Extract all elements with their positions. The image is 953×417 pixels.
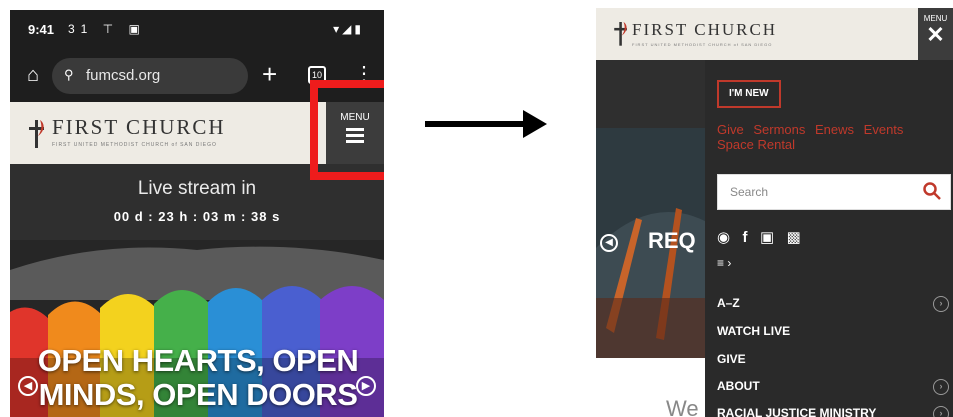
im-new-button[interactable]: I'M NEW	[717, 80, 781, 108]
hero-slide: OPEN HEARTS, OPEN MINDS, OPEN DOORS ◀ ▶	[10, 240, 384, 417]
site-settings-icon[interactable]: ⚲	[64, 67, 74, 83]
livestream-countdown: 00 d : 23 h : 03 m : 38 s	[113, 209, 281, 224]
site-title[interactable]: FIRST CHURCH	[52, 115, 226, 140]
youtube-icon[interactable]: ▣	[760, 228, 774, 246]
submenu-toggle-icon[interactable]: ≡ ›	[717, 256, 731, 270]
instagram-icon[interactable]: ▩	[787, 228, 801, 246]
facebook-icon[interactable]: f	[743, 229, 748, 246]
instagram-circle-icon[interactable]: ◉	[717, 228, 730, 246]
site-subtitle: FIRST UNITED METHODIST CHURCH of SAN DIE…	[52, 142, 217, 148]
site-header: FIRST CHURCH FIRST UNITED METHODIST CHUR…	[596, 8, 918, 60]
status-system-icons: ▾◢▮	[333, 22, 364, 36]
nav-item-label: GIVE	[717, 352, 746, 366]
social-links: ◉ f ▣ ▩	[717, 228, 809, 250]
hero-heading: OPEN HEARTS, OPEN MINDS, OPEN DOORS	[20, 344, 376, 412]
carousel-next-icon[interactable]: ▶	[356, 376, 376, 396]
hero-heading-line-2: MINDS, OPEN DOORS	[38, 377, 358, 412]
quicklink-events[interactable]: Events	[864, 122, 904, 137]
phone-before: 9:41 31 ⊤ ▣ ▾◢▮ ⌂ ⚲ fumcsd.org + 10 ⋮ FI…	[10, 10, 384, 417]
nav-item-watch-live[interactable]: WATCH LIVE	[717, 324, 949, 344]
nav-item-label: ABOUT	[717, 379, 760, 393]
hero-heading: REQ	[648, 228, 696, 253]
close-menu-button[interactable]: MENU ✕	[918, 8, 953, 60]
quicklink-sermons[interactable]: Sermons	[753, 122, 805, 137]
nav-item-about[interactable]: ABOUT ›	[717, 379, 949, 399]
new-tab-icon[interactable]: +	[262, 60, 277, 88]
close-icon: ✕	[926, 22, 945, 47]
status-notification-icons: 31 ⊤ ▣	[68, 22, 146, 36]
church-logo-icon[interactable]	[610, 18, 632, 48]
chevron-right-icon[interactable]: ›	[933, 406, 949, 417]
search-input[interactable]: Search	[717, 174, 951, 210]
status-bar: 9:41 31 ⊤ ▣ ▾◢▮	[10, 10, 384, 50]
quicklinks: Give Sermons Enews Events Space Rental	[717, 122, 949, 152]
site-subtitle: FIRST UNITED METHODIST CHURCH of SAN DIE…	[632, 42, 773, 47]
quicklink-space-rental[interactable]: Space Rental	[717, 137, 795, 152]
status-time: 9:41	[28, 22, 55, 37]
menu-highlight-box	[310, 80, 384, 180]
nav-item-label: WATCH LIVE	[717, 324, 791, 338]
church-logo-icon[interactable]	[24, 116, 50, 150]
quicklink-enews[interactable]: Enews	[815, 122, 854, 137]
search-placeholder: Search	[730, 185, 769, 199]
carousel-prev-icon[interactable]: ◀	[600, 234, 618, 252]
hero-heading-line-1: OPEN HEARTS, OPEN	[37, 343, 359, 378]
livestream-label: Live stream in	[137, 178, 257, 199]
quicklink-give[interactable]: Give	[717, 122, 744, 137]
home-icon[interactable]: ⌂	[22, 64, 44, 86]
url-text: fumcsd.org	[86, 67, 161, 84]
chevron-right-icon[interactable]: ›	[933, 296, 949, 312]
phone-after: FIRST CHURCH FIRST UNITED METHODIST CHUR…	[596, 8, 953, 417]
search-icon[interactable]	[922, 181, 942, 201]
nav-item-label: RACIAL JUSTICE MINISTRY	[717, 406, 877, 417]
nav-item-a-z[interactable]: A–Z ›	[717, 296, 949, 316]
welcome-text: We	[666, 396, 699, 417]
carousel-prev-icon[interactable]: ◀	[18, 376, 38, 396]
nav-item-label: A–Z	[717, 296, 740, 310]
arrow-right-icon	[425, 110, 547, 138]
page-content	[596, 358, 717, 417]
nav-item-give[interactable]: GIVE	[717, 352, 949, 372]
nav-item-racial-justice-ministry[interactable]: RACIAL JUSTICE MINISTRY ›	[717, 406, 949, 417]
chevron-right-icon[interactable]: ›	[933, 379, 949, 395]
comparison-canvas: 9:41 31 ⊤ ▣ ▾◢▮ ⌂ ⚲ fumcsd.org + 10 ⋮ FI…	[0, 0, 953, 417]
menu-panel: I'M NEW Give Sermons Enews Events Space …	[705, 60, 953, 417]
address-bar[interactable]: ⚲ fumcsd.org	[52, 58, 248, 94]
site-title[interactable]: FIRST CHURCH	[632, 20, 777, 40]
